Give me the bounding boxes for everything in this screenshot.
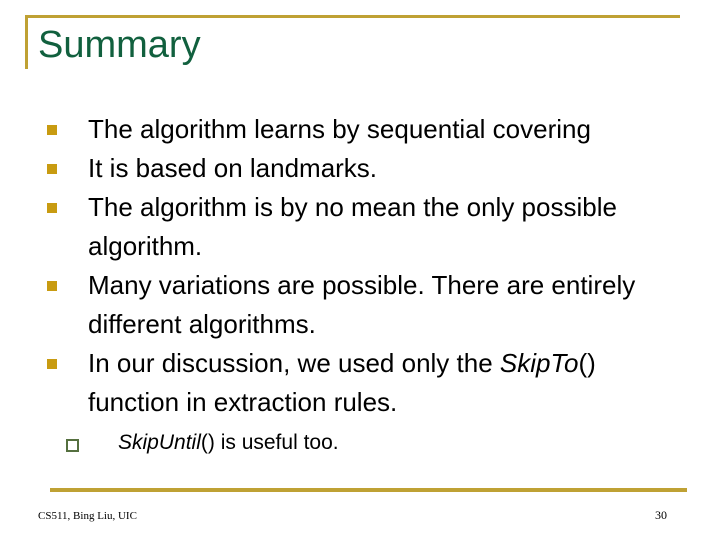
bullet-text: It is based on landmarks. [88,153,378,183]
page-title: Summary [38,24,201,66]
bullet-list: The algorithm learns by sequential cover… [40,110,690,458]
title-block: Summary [25,15,680,75]
list-item: Many variations are possible. There are … [40,266,690,344]
bullet-text: The algorithm is by no mean the only pos… [88,192,617,261]
subbullet-text-post: () is useful too. [200,431,339,454]
footer-credit: CS511, Bing Liu, UIC [38,510,137,522]
bullet-text-italic: SkipTo [499,348,579,378]
solid-square-bullet-icon [40,344,88,369]
hollow-square-bullet-icon [40,428,118,452]
bullet-text: In our discussion, we used only the Skip… [88,344,690,422]
page-number: 30 [655,508,667,522]
bullet-text: Many variations are possible. There are … [88,270,636,339]
solid-square-bullet-icon [40,266,88,291]
list-item: The algorithm is by no mean the only pos… [40,188,690,266]
subbullet-text: SkipUntil() is useful too. [118,428,690,458]
sub-list-item: SkipUntil() is useful too. [40,428,690,458]
solid-square-bullet-icon [40,110,88,135]
bullet-text-pre: In our discussion, we used only the [88,348,500,378]
slide-canvas: Summary The algorithm learns by sequenti… [0,0,720,540]
title-left-rule [25,15,28,69]
subbullet-text-italic: SkipUntil [118,431,201,454]
solid-square-bullet-icon [40,188,88,213]
solid-square-bullet-icon [40,149,88,174]
title-top-rule [25,15,680,18]
list-item: It is based on landmarks. [40,149,690,188]
list-item: In our discussion, we used only the Skip… [40,344,690,422]
footer-rule [50,488,687,492]
bullet-text: The algorithm learns by sequential cover… [88,114,591,144]
list-item: The algorithm learns by sequential cover… [40,110,690,149]
